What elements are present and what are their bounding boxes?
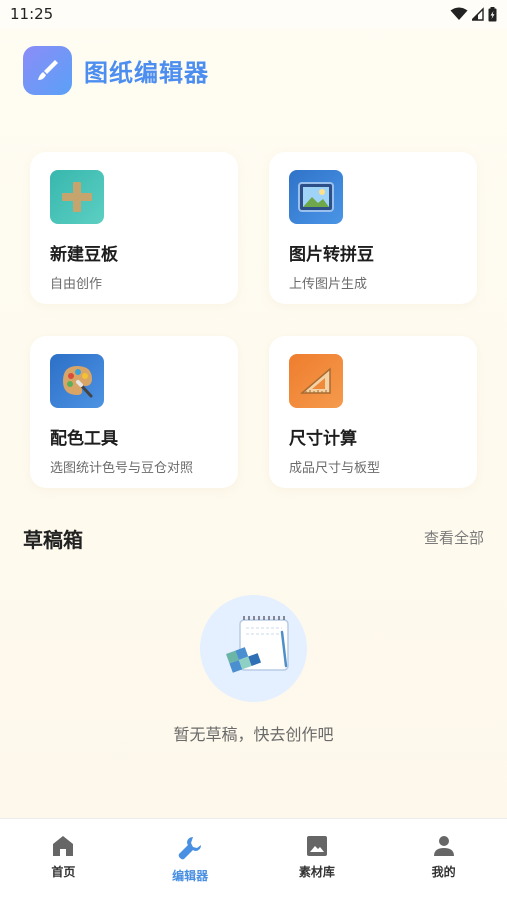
bottom-nav: 首页 编辑器 素材库 我的 (0, 818, 507, 900)
plus-icon (62, 182, 92, 212)
nav-assets[interactable]: 素材库 (254, 819, 381, 900)
card-title: 尺寸计算 (289, 429, 357, 449)
signal-icon (472, 7, 484, 21)
nav-label: 首页 (51, 865, 76, 879)
nav-mine[interactable]: 我的 (380, 819, 507, 900)
wrench-icon (178, 837, 202, 860)
card-subtitle: 选图统计色号与豆仓对照 (50, 461, 194, 476)
color-tool-card[interactable]: 配色工具 选图统计色号与豆仓对照 (30, 336, 238, 488)
card-title: 配色工具 (50, 429, 118, 449)
card-subtitle: 上传图片生成 (289, 277, 368, 292)
card-icon-tile (289, 354, 343, 408)
empty-drafts-illustration (200, 595, 307, 702)
card-subtitle: 自由创作 (50, 277, 103, 292)
card-title: 图片转拼豆 (289, 245, 374, 265)
battery-icon (488, 6, 497, 21)
nav-label: 素材库 (298, 865, 335, 879)
empty-drafts-text: 暂无草稿，快去创作吧 (173, 725, 334, 744)
card-icon-tile (289, 170, 343, 224)
new-board-card[interactable]: 新建豆板 自由创作 (30, 152, 238, 304)
view-all-link[interactable]: 查看全部 (424, 527, 484, 548)
nav-editor[interactable]: 编辑器 (127, 819, 254, 900)
app-logo (23, 45, 72, 95)
nav-label: 编辑器 (172, 869, 209, 883)
card-subtitle: 成品尺寸与板型 (289, 461, 381, 476)
app-header: 图纸编辑器 (23, 45, 209, 95)
card-icon-tile (50, 170, 104, 224)
home-icon (53, 836, 74, 856)
notebook-icon (225, 615, 289, 673)
palette-icon (63, 366, 93, 398)
card-icon-tile (50, 354, 104, 408)
wifi-icon (450, 7, 468, 20)
status-bar: 11:25 (0, 0, 507, 28)
drafts-title: 草稿箱 (23, 528, 83, 552)
nav-label: 我的 (431, 865, 456, 879)
brush-icon (37, 60, 58, 80)
image-to-beads-card[interactable]: 图片转拼豆 上传图片生成 (269, 152, 477, 304)
app-title: 图纸编辑器 (84, 58, 209, 87)
nav-home[interactable]: 首页 (0, 819, 127, 900)
size-calc-card[interactable]: 尺寸计算 成品尺寸与板型 (269, 336, 477, 488)
ruler-triangle-icon (299, 367, 331, 394)
person-icon (433, 836, 454, 856)
card-title: 新建豆板 (50, 245, 118, 265)
status-time: 11:25 (10, 5, 54, 23)
status-icons (450, 6, 497, 22)
image-icon (298, 182, 334, 212)
image-icon (306, 836, 327, 856)
